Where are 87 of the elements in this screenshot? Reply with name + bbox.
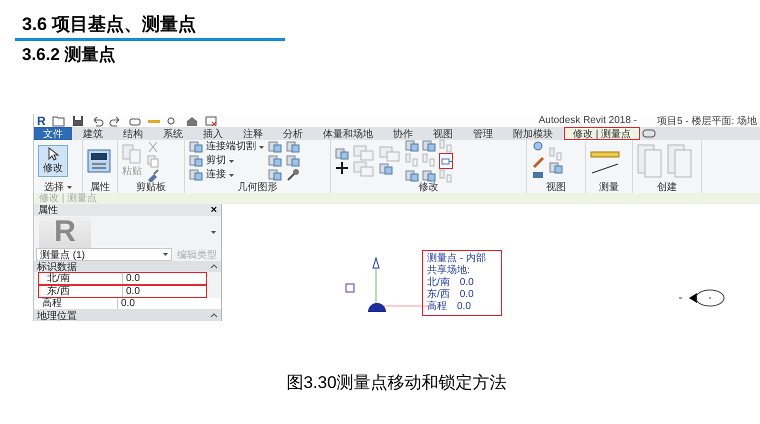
app-title: Autodesk Revit 2018 - xyxy=(538,115,637,126)
figure-caption: 图3.30测量点移动和锁定方法 xyxy=(285,372,508,394)
slide-subtitle: 3.6.2 测量点 xyxy=(22,44,116,66)
property-value[interactable]: 0.0 xyxy=(122,273,206,284)
app-logo[interactable]: R xyxy=(37,114,46,126)
tool-icon[interactable] xyxy=(268,154,282,168)
tag-label: 测量点 - 内部 xyxy=(427,253,486,264)
tool-icon[interactable] xyxy=(286,140,300,154)
collapse-icon[interactable] xyxy=(210,263,218,270)
ribbon-tab[interactable]: 视图 xyxy=(424,127,462,140)
property-name: 高程 xyxy=(41,298,63,309)
property-value[interactable]: 0.0 xyxy=(117,298,221,309)
close-button[interactable]: × xyxy=(210,204,217,216)
ribbon-tab[interactable]: 附加模块 xyxy=(504,127,562,140)
properties-icon[interactable] xyxy=(87,149,111,173)
ribbon-tab[interactable]: 结构 xyxy=(114,127,152,140)
tool-icon[interactable] xyxy=(405,139,419,153)
ribbon-tab[interactable]: 管理 xyxy=(464,127,502,140)
save-icon[interactable] xyxy=(70,114,85,128)
collapse-icon[interactable] xyxy=(210,312,218,319)
tag-label: 北/南 xyxy=(427,277,450,288)
property-name: 北/南 xyxy=(46,273,71,284)
ribbon-tab[interactable]: 协作 xyxy=(384,127,422,140)
tag-value: 0.0 xyxy=(460,289,474,301)
ribbon-tab[interactable]: 文件 xyxy=(34,127,72,140)
panel-label: 几何图形 xyxy=(236,182,278,193)
align-icon[interactable] xyxy=(335,147,349,161)
ribbon-tab[interactable]: 系统 xyxy=(154,127,192,140)
geometry-tool-button[interactable]: 剪切 xyxy=(189,154,264,168)
tool-icon[interactable] xyxy=(268,140,282,154)
tag-label: 高程 xyxy=(427,301,447,313)
ribbon-tab[interactable]: 建筑 xyxy=(74,127,112,140)
panel-label: 选择 xyxy=(34,182,82,193)
pencil-icon[interactable] xyxy=(531,154,545,168)
survey-point-tag[interactable]: 测量点 - 内部 共享场地: 北/南 0.0 东/西 0.0 高程 0.0 xyxy=(422,250,502,316)
tag-value: 0.0 xyxy=(457,301,471,313)
ribbon-tab[interactable]: 插入 xyxy=(194,127,232,140)
trim-icon[interactable] xyxy=(379,162,393,176)
type-selector[interactable]: 测量点 (1) xyxy=(36,248,172,261)
caret-icon xyxy=(229,160,234,162)
tag-label: 共享场地: xyxy=(427,265,470,276)
brush-icon[interactable] xyxy=(146,168,160,182)
caret-icon xyxy=(67,186,72,189)
document-title: 项目5 - 楼层平面: 场地 xyxy=(656,114,757,128)
tool-icon[interactable] xyxy=(189,140,203,154)
panel-label: 创建 xyxy=(656,182,678,193)
tool-icon[interactable] xyxy=(549,161,563,175)
tag-label: 东/西 xyxy=(427,289,450,300)
caret-icon xyxy=(259,146,264,148)
tool-icon[interactable] xyxy=(268,168,282,182)
tool-icon[interactable] xyxy=(405,169,419,183)
close-views-icon[interactable] xyxy=(204,114,218,128)
property-name: 东/西 xyxy=(46,286,71,297)
context-label: 修改 | 测量点 xyxy=(34,193,760,204)
tool-icon[interactable] xyxy=(286,154,300,168)
tool-icon[interactable] xyxy=(189,168,203,182)
panel-label: 测量 xyxy=(598,182,620,193)
tool-icon[interactable] xyxy=(422,139,436,153)
open-folder-icon[interactable] xyxy=(52,114,66,128)
move-icon[interactable] xyxy=(335,161,349,175)
tool-icon[interactable] xyxy=(422,169,436,183)
type-image: R xyxy=(39,216,91,248)
panel-label: 视图 xyxy=(545,182,567,193)
tool-icon[interactable] xyxy=(189,154,203,168)
panel-label: 剪贴板 xyxy=(135,182,167,193)
slide-title: 3.6 项目基点、测量点 xyxy=(22,13,196,36)
panel-title: 属性 xyxy=(38,204,58,217)
caret-icon xyxy=(229,174,234,176)
ribbon-tab[interactable]: 体量和场地 xyxy=(314,127,382,140)
ribbon-tab[interactable]: 分析 xyxy=(274,127,312,140)
caret-icon xyxy=(163,253,168,256)
panel-toggle-icon[interactable] xyxy=(642,127,656,140)
base-point-icon[interactable] xyxy=(344,282,356,294)
tag-value: 0.0 xyxy=(460,277,474,289)
elevation-marker[interactable] xyxy=(677,288,727,308)
caret-icon xyxy=(211,230,216,234)
ribbon-tab[interactable]: 注释 xyxy=(234,127,272,140)
geometry-tool-button[interactable]: 连接端切割 xyxy=(189,140,264,154)
property-value[interactable]: 0.0 xyxy=(122,286,206,297)
cursor-icon[interactable] xyxy=(46,147,60,161)
ribbon-tab[interactable]: 修改 | 测量点 xyxy=(564,127,640,140)
copy-icon[interactable] xyxy=(146,154,160,168)
panel-label: 属性 xyxy=(90,182,111,193)
geometry-tool-button[interactable]: 连接 xyxy=(189,168,264,182)
panel-label: 修改 xyxy=(418,182,440,193)
wrench-icon[interactable] xyxy=(286,168,300,182)
modify-button[interactable]: 修改 xyxy=(38,145,68,177)
